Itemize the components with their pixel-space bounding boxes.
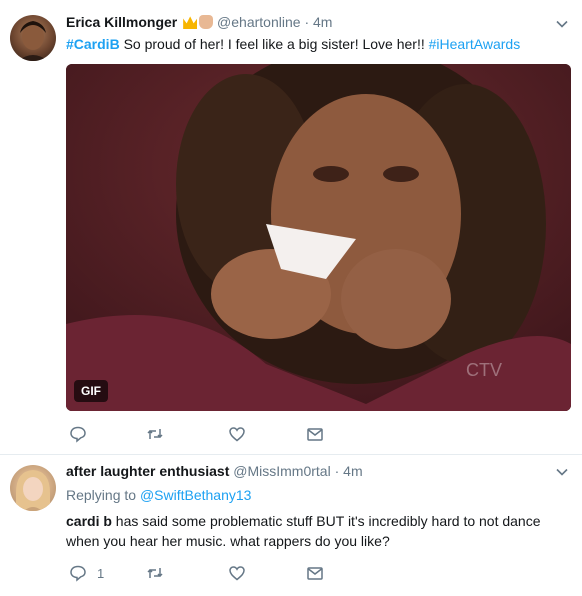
tweet-actions	[66, 425, 366, 445]
tweet-bold: cardi b	[66, 513, 112, 529]
heart-icon[interactable]	[228, 564, 246, 584]
tweet-text: #CardiB So proud of her! I feel like a b…	[66, 34, 566, 54]
replying-to: Replying to @SwiftBethany13	[66, 487, 251, 503]
reply-icon[interactable]	[69, 425, 87, 445]
heart-icon[interactable]	[228, 425, 246, 445]
handle[interactable]: @MissImm0rtal	[233, 463, 330, 479]
fist-icon	[199, 15, 214, 29]
gif-media[interactable]: CTV	[66, 64, 571, 411]
mention-link[interactable]: @SwiftBethany13	[140, 487, 252, 503]
gif-image: CTV	[66, 64, 571, 411]
tweet-text: cardi b has said some problematic stuff …	[66, 511, 566, 551]
crown-icon	[183, 16, 198, 29]
display-name[interactable]: after laughter enthusiast	[66, 463, 229, 479]
tweet-header: after laughter enthusiast @MissImm0rtal …	[66, 463, 363, 479]
reply-icon[interactable]: 1	[69, 564, 104, 584]
replying-label: Replying to	[66, 487, 140, 503]
separator: ·	[304, 14, 310, 30]
envelope-icon[interactable]	[306, 425, 324, 445]
tweet-actions: 1	[66, 564, 366, 584]
tweet-header: Erica Killmonger @ehartonline · 4m	[66, 14, 332, 30]
retweet-icon[interactable]	[146, 564, 164, 584]
retweet-icon[interactable]	[146, 425, 164, 445]
separator: ·	[334, 463, 340, 479]
watermark: CTV	[466, 360, 502, 380]
hashtag-link[interactable]: #iHeartAwards	[429, 36, 521, 52]
envelope-icon[interactable]	[306, 564, 324, 584]
timestamp[interactable]: 4m	[343, 463, 362, 479]
gif-badge: GIF	[74, 380, 108, 402]
tweet-body: has said some problematic stuff BUT it's…	[66, 513, 541, 549]
display-name[interactable]: Erica Killmonger	[66, 14, 177, 30]
chevron-down-icon[interactable]	[556, 466, 568, 478]
chevron-down-icon[interactable]	[556, 18, 568, 30]
handle[interactable]: @ehartonline	[217, 14, 301, 30]
timestamp[interactable]: 4m	[313, 14, 332, 30]
tweet-body: So proud of her! I feel like a big siste…	[119, 36, 429, 52]
hashtag-link[interactable]: #CardiB	[66, 36, 120, 52]
avatar[interactable]	[10, 15, 56, 61]
avatar[interactable]	[10, 465, 56, 511]
reply-count: 1	[97, 566, 105, 581]
